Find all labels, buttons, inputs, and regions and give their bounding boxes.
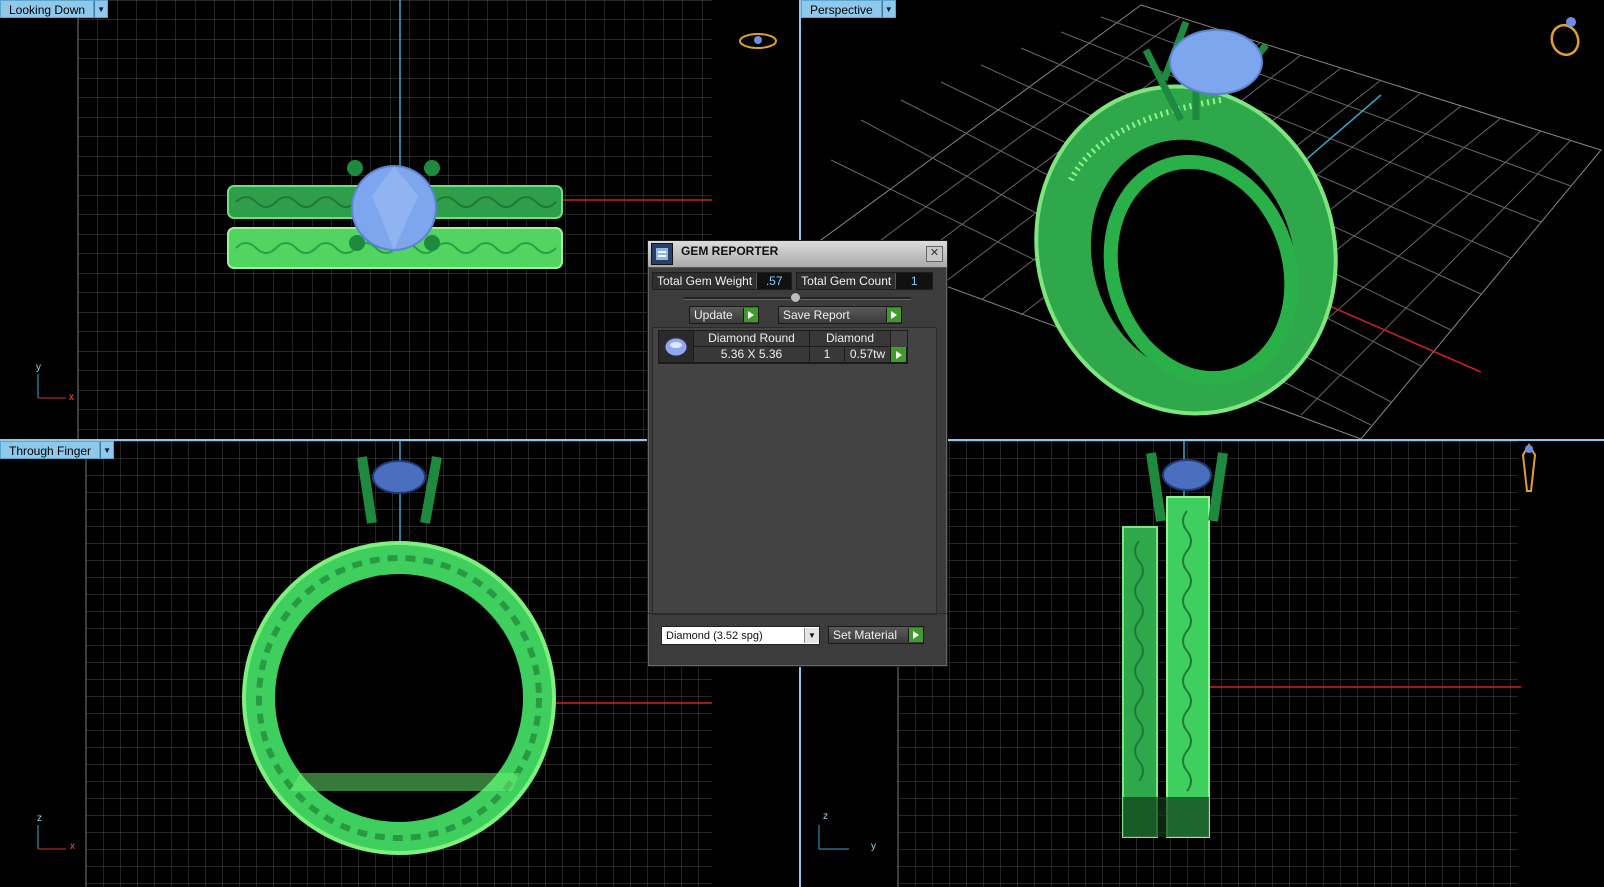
- set-material-button[interactable]: Set Material: [828, 626, 924, 644]
- gem-reporter-icon: [651, 243, 673, 265]
- totals-row: Total Gem Weight .57 Total Gem Count 1: [652, 272, 943, 290]
- total-gem-weight: Total Gem Weight .57: [652, 272, 793, 290]
- gem-select-arrow[interactable]: [891, 347, 907, 363]
- diamond-icon: [664, 337, 688, 356]
- total-gem-weight-label: Total Gem Weight: [657, 274, 753, 288]
- viewport-label-text: Through Finger: [0, 441, 101, 459]
- gem-reporter-dialog: GEM REPORTER ✕ Total Gem Weight .57 Tota…: [647, 240, 948, 667]
- dialog-title: GEM REPORTER: [681, 244, 779, 258]
- gem-material: Diamond: [810, 331, 891, 347]
- total-gem-weight-value: .57: [756, 273, 792, 289]
- axis-label-z: z: [823, 811, 828, 822]
- gem-list[interactable]: Diamond Round Diamond 5.36 X 5.36 1 0.57…: [652, 327, 937, 615]
- viewport-label-text: Looking Down: [0, 0, 95, 18]
- save-report-button[interactable]: Save Report: [778, 306, 902, 324]
- set-material-button-label: Set Material: [833, 628, 898, 642]
- viewport-label-through-finger[interactable]: Through Finger ▼: [0, 441, 115, 459]
- play-arrow-icon: [886, 308, 901, 322]
- view-cube-icon[interactable]: [1517, 441, 1541, 497]
- viewport-label-perspective[interactable]: Perspective ▼: [801, 0, 896, 18]
- gem-row-spacer: [891, 331, 907, 347]
- dialog-titlebar[interactable]: GEM REPORTER ✕: [648, 241, 947, 268]
- gem-count: 1: [810, 347, 845, 363]
- viewport-label-text: Perspective: [801, 0, 882, 18]
- chevron-down-icon[interactable]: ▼: [94, 0, 109, 18]
- view-cube-icon[interactable]: [1547, 12, 1583, 58]
- splitter-handle[interactable]: [790, 292, 801, 303]
- material-select-value: Diamond (3.52 spg): [666, 629, 763, 642]
- update-button-label: Update: [694, 308, 733, 322]
- gem-row[interactable]: Diamond Round Diamond 5.36 X 5.36 1 0.57…: [658, 330, 908, 364]
- chevron-down-icon[interactable]: ▼: [881, 0, 896, 18]
- close-icon[interactable]: ✕: [926, 246, 943, 262]
- material-select[interactable]: Diamond (3.52 spg) ▼: [661, 626, 820, 645]
- chevron-down-icon[interactable]: ▼: [100, 441, 115, 459]
- save-report-button-label: Save Report: [783, 308, 850, 322]
- material-bar: Diamond (3.52 spg) ▼ Set Material: [648, 613, 947, 654]
- axis-label-y: y: [36, 362, 41, 373]
- total-gem-count-value: 1: [895, 273, 933, 289]
- play-arrow-icon: [908, 628, 923, 642]
- axis-label-z: z: [37, 813, 42, 824]
- view-cube-icon[interactable]: [738, 28, 778, 54]
- axis-indicator: [37, 374, 66, 399]
- viewport-label-looking-down[interactable]: Looking Down ▼: [0, 0, 109, 18]
- play-arrow-icon: [743, 308, 758, 322]
- total-gem-count-label: Total Gem Count: [801, 274, 892, 288]
- gem-shape: Diamond Round: [694, 331, 810, 347]
- gem-weight: 0.57tw: [845, 347, 891, 363]
- axis-label-y: y: [871, 841, 876, 852]
- update-button[interactable]: Update: [689, 306, 759, 324]
- axis-label-x: x: [69, 392, 74, 403]
- gem-size: 5.36 X 5.36: [694, 347, 810, 363]
- total-gem-count: Total Gem Count 1: [796, 272, 934, 290]
- chevron-down-icon[interactable]: ▼: [804, 628, 819, 643]
- axis-label-x: x: [70, 841, 75, 852]
- gem-thumbnail[interactable]: [659, 331, 694, 363]
